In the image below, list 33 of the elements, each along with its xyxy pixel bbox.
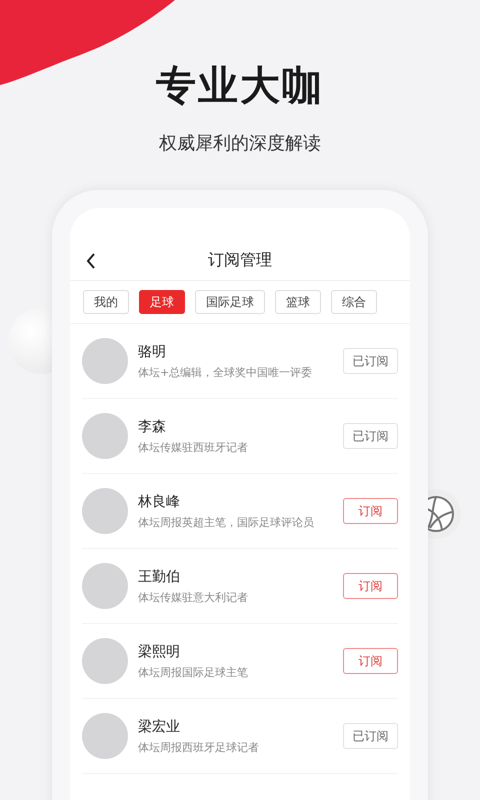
avatar xyxy=(82,713,128,759)
category-tab[interactable]: 国际足球 xyxy=(195,290,265,314)
subscribe-button[interactable]: 订阅 xyxy=(343,648,398,674)
expert-bio: 体坛周报西班牙足球记者 xyxy=(138,740,260,754)
headline: 专业大咖 xyxy=(156,62,324,111)
expert-bio: 体坛传媒驻西班牙记者 xyxy=(138,440,249,454)
expert-name: 李森 xyxy=(138,418,167,436)
subscribe-button[interactable]: 订阅 xyxy=(343,498,398,524)
avatar xyxy=(82,638,128,684)
subscribe-button[interactable]: 已订阅 xyxy=(343,723,398,749)
expert-name: 骆明 xyxy=(138,342,167,360)
category-tab[interactable]: 我的 xyxy=(83,290,129,314)
avatar xyxy=(82,338,128,384)
category-tab[interactable]: 足球 xyxy=(139,290,185,314)
back-icon[interactable] xyxy=(86,253,96,269)
avatar xyxy=(82,563,128,609)
subscribe-button[interactable]: 已订阅 xyxy=(343,348,398,374)
avatar xyxy=(82,488,128,534)
expert-name: 梁熙明 xyxy=(138,642,181,660)
subtitle: 权威犀利的深度解读 xyxy=(159,132,321,156)
expert-bio: 体坛传媒驻意大利记者 xyxy=(138,590,249,604)
category-tab[interactable]: 篮球 xyxy=(275,290,321,314)
category-tab[interactable]: 综合 xyxy=(331,290,377,314)
expert-name: 梁宏业 xyxy=(138,718,181,736)
expert-bio: 体坛+总编辑，全球奖中国唯一评委 xyxy=(138,364,314,380)
expert-name: 林良峰 xyxy=(138,492,181,510)
expert-name: 王勤伯 xyxy=(138,568,181,586)
expert-bio: 体坛周报国际足球主笔 xyxy=(138,664,249,680)
avatar xyxy=(82,413,128,459)
expert-bio: 体坛周报英超主笔，国际足球评论员 xyxy=(138,514,315,530)
subscribe-button[interactable]: 订阅 xyxy=(343,573,398,599)
subscribe-button[interactable]: 已订阅 xyxy=(343,423,398,449)
screen-title: 订阅管理 xyxy=(208,250,272,270)
